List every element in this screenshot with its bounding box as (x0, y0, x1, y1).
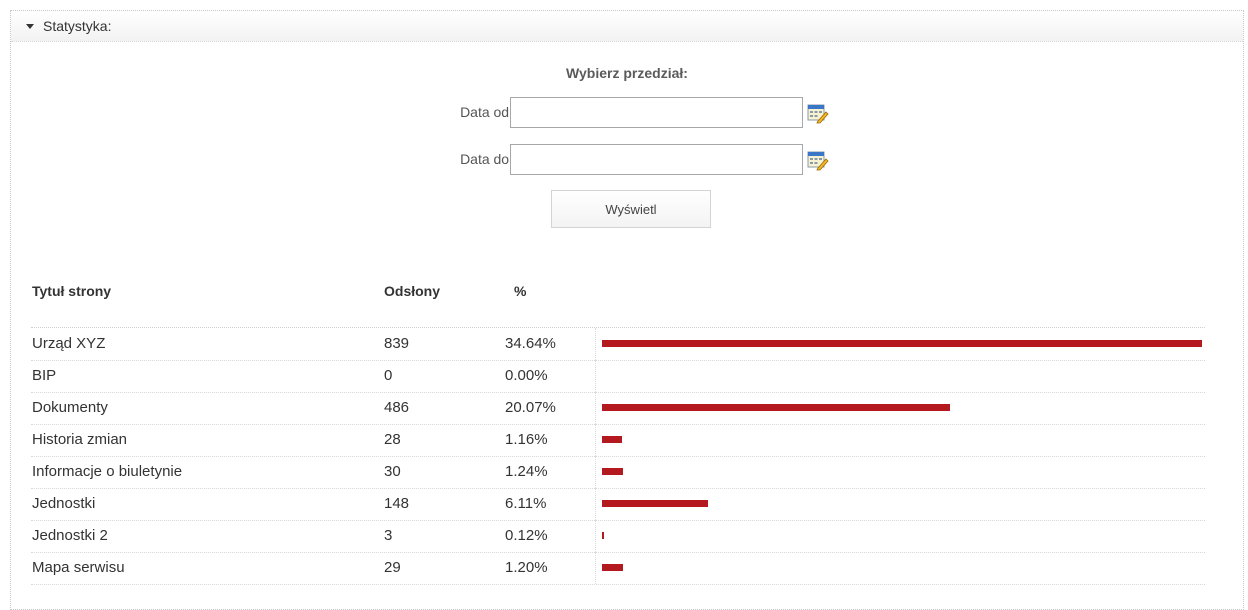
views-cell: 148 (384, 495, 410, 512)
page-title-cell: Dokumenty (32, 399, 108, 416)
percent-cell: 0.12% (505, 527, 548, 544)
calendar-icon[interactable] (807, 102, 829, 124)
views-cell: 30 (384, 463, 401, 480)
page-title-cell: Informacje o biuletynie (32, 463, 183, 480)
table-row: BIP 0 0.00% (31, 360, 1205, 393)
collapse-triangle-icon[interactable] (26, 24, 34, 29)
percent-cell: 0.00% (505, 367, 548, 384)
column-header-title: Tytuł strony (32, 283, 112, 299)
column-divider (595, 456, 596, 488)
show-button[interactable]: Wyświetl (551, 190, 711, 228)
column-divider (595, 328, 596, 360)
page-title-cell: Mapa serwisu (32, 559, 125, 576)
date-range-heading: Wybierz przedział: (566, 65, 688, 81)
percent-cell: 20.07% (505, 399, 556, 416)
column-divider (595, 360, 596, 392)
percent-cell: 34.64% (505, 335, 556, 352)
views-cell: 28 (384, 431, 401, 448)
column-divider (595, 552, 596, 584)
table-row: Mapa serwisu 29 1.20% (31, 552, 1205, 585)
date-to-row: Data do: (11, 143, 1245, 175)
percentage-bar (602, 564, 623, 571)
statistics-panel: Statystyka: Wybierz przedział: Data od: … (10, 10, 1244, 610)
percentage-bar (602, 340, 1202, 347)
column-header-views: Odsłony (384, 283, 441, 299)
percentage-bar (602, 500, 708, 507)
column-divider (595, 488, 596, 520)
table-row: Jednostki 148 6.11% (31, 488, 1205, 521)
percent-cell: 6.11% (505, 495, 547, 512)
date-from-row: Data od: (11, 96, 1245, 128)
table-row: Jednostki 2 3 0.12% (31, 520, 1205, 553)
table-row: Historia zmian 28 1.16% (31, 424, 1205, 457)
percentage-bar (602, 436, 622, 443)
percentage-bar (602, 532, 604, 539)
views-cell: 486 (384, 399, 410, 416)
page-title-cell: BIP (32, 367, 57, 384)
views-cell: 839 (384, 335, 410, 352)
column-divider (595, 520, 596, 552)
panel-title: Statystyka: (43, 18, 112, 34)
panel-header[interactable]: Statystyka: (11, 11, 1243, 42)
table-row: Informacje o biuletynie 30 1.24% (31, 456, 1205, 489)
date-from-input[interactable] (510, 97, 803, 128)
page-title-cell: Jednostki 2 (32, 527, 108, 544)
date-to-label: Data do: (460, 151, 513, 167)
date-to-input[interactable] (510, 144, 803, 175)
views-cell: 3 (384, 527, 393, 544)
column-header-percent: % (514, 283, 527, 299)
percent-cell: 1.16% (505, 431, 548, 448)
page-title-cell: Jednostki (32, 495, 96, 512)
table-row: Dokumenty 486 20.07% (31, 392, 1205, 425)
page-title-cell: Historia zmian (32, 431, 128, 448)
date-from-label: Data od: (460, 104, 513, 120)
percent-cell: 1.20% (505, 559, 548, 576)
views-cell: 0 (384, 367, 393, 384)
percent-cell: 1.24% (505, 463, 548, 480)
table-row: Urząd XYZ 839 34.64% (31, 328, 1205, 361)
percentage-bar (602, 404, 950, 411)
column-divider (595, 392, 596, 424)
percentage-bar (602, 468, 623, 475)
column-divider (595, 424, 596, 456)
calendar-icon[interactable] (807, 149, 829, 171)
views-cell: 29 (384, 559, 401, 576)
page-title-cell: Urząd XYZ (32, 335, 106, 352)
